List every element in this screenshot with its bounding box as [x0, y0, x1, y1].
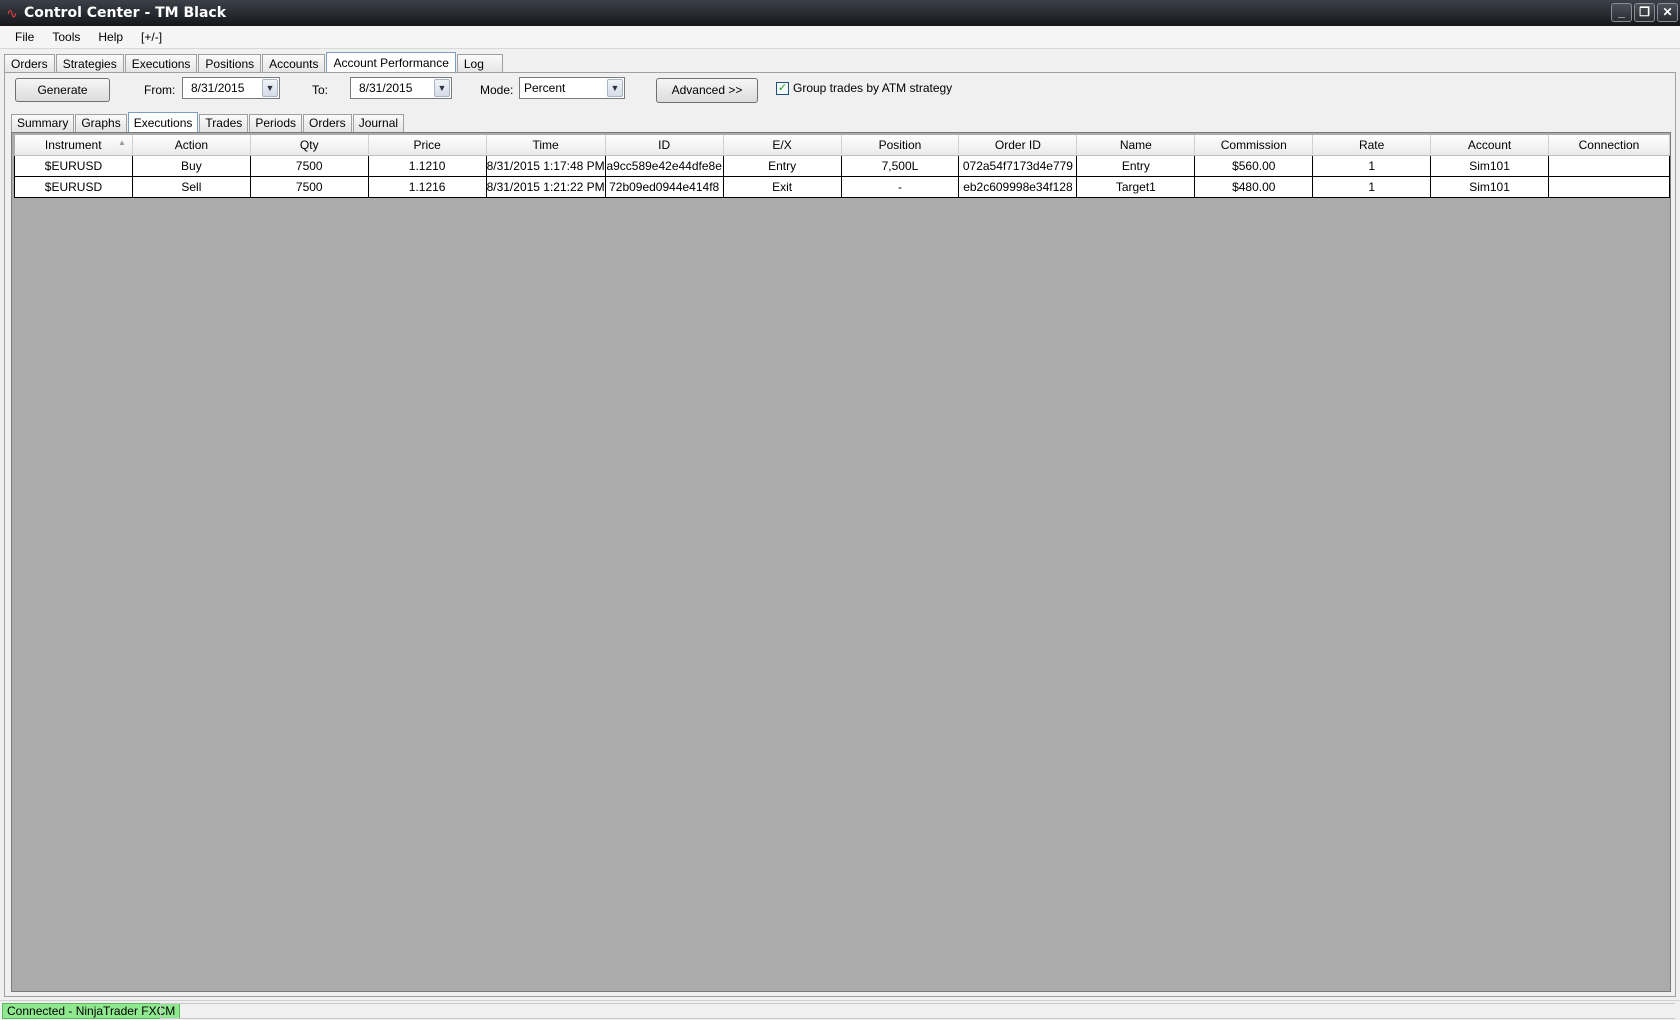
tab-executions-performance[interactable]: Executions [127, 112, 199, 133]
connection-status: Connected - NinjaTrader FXCM [2, 1003, 181, 1019]
cell-order-id: eb2c609998e34f128 [958, 175, 1078, 198]
menu-help[interactable]: Help [89, 26, 132, 49]
tab-periods[interactable]: Periods [249, 114, 302, 132]
close-button[interactable]: ✕ [1657, 3, 1678, 22]
cell-account: Sim101 [1430, 154, 1549, 177]
tab-accounts[interactable]: Accounts [262, 54, 326, 73]
column-header-entry-exit[interactable]: E/X [723, 135, 842, 156]
tab-journal[interactable]: Journal [352, 114, 405, 132]
tab-summary[interactable]: Summary [11, 114, 75, 132]
cell-name: Entry [1076, 154, 1196, 177]
column-header-position[interactable]: Position [841, 135, 960, 156]
column-header-price[interactable]: Price [368, 135, 487, 156]
ninjatrader-logo-icon: ∿ [6, 5, 18, 21]
menu-bar: File Tools Help [+/-] [0, 26, 1680, 49]
chevron-down-icon[interactable]: ▼ [607, 79, 623, 97]
cell-order-id: 072a54f7173d4e779 [958, 154, 1078, 177]
cell-commission: $560.00 [1194, 154, 1314, 177]
cell-price: 1.1210 [367, 154, 487, 177]
sort-ascending-icon: ▲ [118, 138, 126, 147]
tab-trades[interactable]: Trades [199, 114, 249, 132]
title-bar: ∿ Control Center - TM Black _ ❐ ✕ [0, 0, 1680, 26]
mode-select[interactable]: Percent ▼ [519, 77, 625, 99]
to-date-picker[interactable]: 8/31/2015 ▼ [350, 77, 452, 99]
menu-expand-collapse[interactable]: [+/-] [132, 26, 171, 49]
table-row[interactable]: $EURUSD Sell 7500 1.1216 8/31/2015 1:21:… [14, 175, 1671, 198]
generate-button[interactable]: Generate [15, 78, 110, 102]
tab-orders[interactable]: Orders [4, 54, 55, 73]
column-header-name[interactable]: Name [1076, 135, 1196, 156]
column-header-rate[interactable]: Rate [1312, 135, 1432, 156]
cell-instrument: $EURUSD [14, 154, 133, 177]
column-header-id[interactable]: ID [605, 135, 724, 156]
tab-account-performance[interactable]: Account Performance [326, 52, 456, 74]
cell-qty: 7500 [249, 175, 369, 198]
performance-tabs: Summary Graphs Executions Trades Periods… [11, 112, 405, 133]
tab-log[interactable]: Log [456, 54, 503, 73]
cell-name: Target1 [1076, 175, 1196, 198]
column-header-account[interactable]: Account [1430, 135, 1549, 156]
column-header-connection[interactable]: Connection [1548, 135, 1671, 156]
tab-orders-performance[interactable]: Orders [303, 114, 352, 132]
control-center-tabs: Orders Strategies Executions Positions A… [4, 52, 504, 74]
cell-qty: 7500 [249, 154, 369, 177]
executions-table: Instrument ▲ Action Qty Price Time ID E/X… [14, 135, 1671, 198]
cell-position: - [840, 175, 960, 198]
from-date-picker[interactable]: 8/31/2015 ▼ [182, 77, 280, 99]
menu-tools[interactable]: Tools [43, 26, 89, 49]
cell-id: 72b09ed0944e414f8 [604, 175, 724, 198]
cell-time: 8/31/2015 1:17:48 PM [485, 154, 606, 177]
column-header-order-id[interactable]: Order ID [958, 135, 1078, 156]
cell-id: a9cc589e42e44dfe8e [604, 154, 724, 177]
status-panel [160, 1003, 1675, 1019]
advanced-button[interactable]: Advanced >> [656, 78, 758, 103]
executions-grid[interactable]: Instrument ▲ Action Qty Price Time ID E/X… [11, 132, 1671, 992]
cell-action: Sell [131, 175, 251, 198]
column-header-qty[interactable]: Qty [250, 135, 369, 156]
cell-price: 1.1216 [367, 175, 487, 198]
status-bar: Connected - NinjaTrader FXCM [0, 1000, 1680, 1020]
group-trades-label: Group trades by ATM strategy [793, 81, 953, 95]
tab-strategies[interactable]: Strategies [55, 54, 124, 73]
tab-graphs[interactable]: Graphs [75, 114, 127, 132]
chevron-down-icon[interactable]: ▼ [434, 79, 450, 97]
cell-account: Sim101 [1430, 175, 1549, 198]
to-date-value: 8/31/2015 [359, 81, 413, 95]
column-header-commission[interactable]: Commission [1194, 135, 1314, 156]
cell-position: 7,500L [840, 154, 960, 177]
tab-positions[interactable]: Positions [198, 54, 262, 73]
column-header-time[interactable]: Time [486, 135, 606, 156]
restore-button[interactable]: ❐ [1634, 3, 1655, 22]
cell-time: 8/31/2015 1:21:22 PM [485, 175, 606, 198]
cell-rate: 1 [1312, 154, 1432, 177]
to-label: To: [312, 83, 329, 97]
group-trades-checkbox[interactable]: ✓ [776, 82, 789, 95]
from-date-value: 8/31/2015 [191, 81, 245, 95]
cell-action: Buy [131, 154, 251, 177]
cell-connection [1547, 154, 1671, 177]
cell-rate: 1 [1312, 175, 1432, 198]
cell-commission: $480.00 [1194, 175, 1314, 198]
from-label: From: [144, 83, 176, 97]
chevron-down-icon[interactable]: ▼ [262, 79, 278, 97]
cell-entry-exit: Entry [722, 154, 842, 177]
table-row[interactable]: $EURUSD Buy 7500 1.1210 8/31/2015 1:17:4… [14, 154, 1671, 177]
window-title: Control Center - TM Black [24, 5, 227, 21]
menu-file[interactable]: File [6, 26, 43, 49]
cell-instrument: $EURUSD [14, 175, 133, 198]
mode-label: Mode: [480, 83, 514, 97]
column-header-instrument[interactable]: Instrument ▲ [14, 135, 133, 156]
column-header-action[interactable]: Action [132, 135, 251, 156]
column-header-label: Instrument [44, 137, 102, 152]
window-controls: _ ❐ ✕ [1611, 3, 1678, 22]
account-performance-panel: Generate From: 8/31/2015 ▼ To: 8/31/2015… [4, 72, 1676, 997]
cell-entry-exit: Exit [722, 175, 842, 198]
cell-connection [1547, 175, 1671, 198]
tab-executions[interactable]: Executions [124, 54, 198, 73]
mode-value: Percent [524, 81, 566, 95]
table-header-row: Instrument ▲ Action Qty Price Time ID E/X… [14, 135, 1671, 156]
minimize-button[interactable]: _ [1611, 3, 1632, 22]
